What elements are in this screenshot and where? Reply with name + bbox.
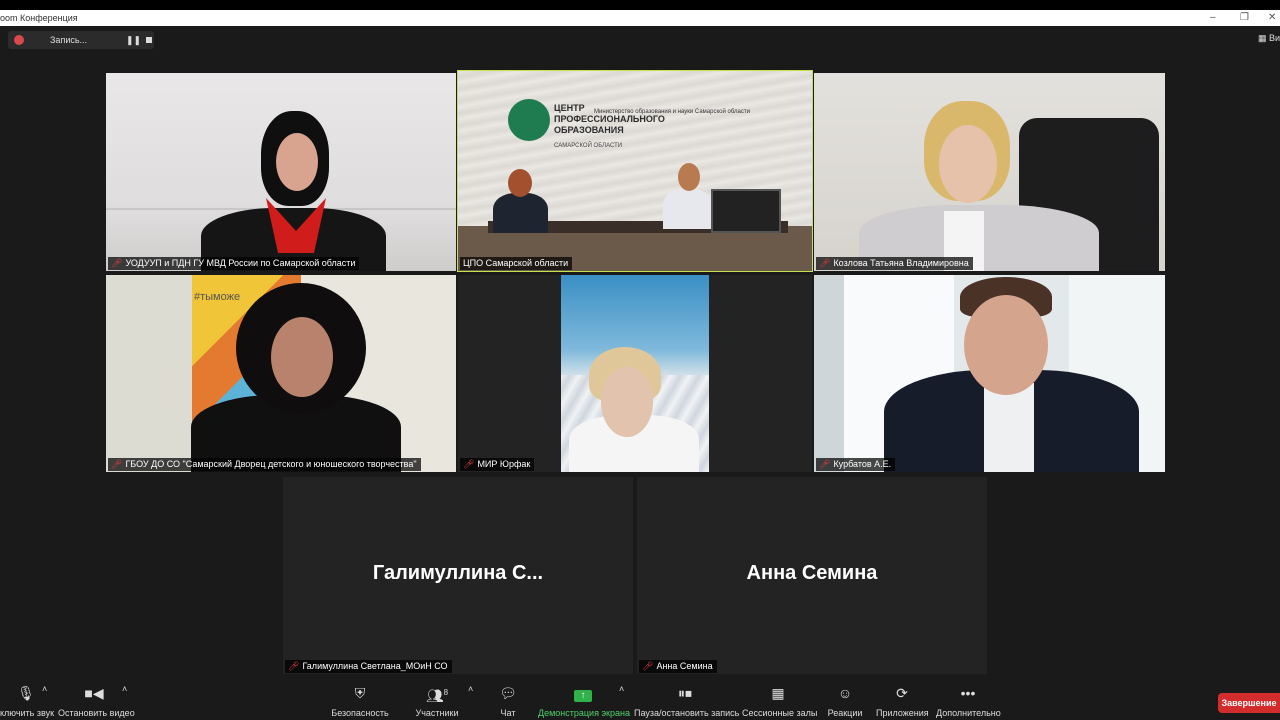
share-screen-button[interactable]: ↑ Демонстрация экрана	[538, 684, 630, 718]
banner-region: САМАРСКОЙ ОБЛАСТИ	[554, 143, 623, 149]
recording-label: Запись...	[50, 35, 88, 45]
video-tile[interactable]: 🎤︎ Курбатов А.Е.	[814, 275, 1165, 472]
video-tile[interactable]: 🎤︎ УОДУУП и ПДН ГУ МВД России по Самарско…	[106, 73, 456, 271]
muted-mic-icon: 🎤︎	[111, 459, 123, 469]
participant-name: 🎤︎ Курбатов А.Е.	[816, 458, 896, 471]
muted-mic-icon: 🎤︎	[463, 459, 475, 469]
share-options-chevron-icon[interactable]: ˄	[619, 684, 624, 694]
chat-button[interactable]: 💬︎ Чат	[494, 684, 522, 718]
muted-mic-icon: 🎤︎	[819, 258, 831, 268]
video-feed: #тыможе	[106, 275, 456, 472]
grid-icon: ▦	[1258, 33, 1270, 43]
video-tile-no-video[interactable]: Галимуллина С... 🎤︎ Галимуллина Светлана_…	[283, 477, 633, 674]
participant-name: 🎤︎ МИР Юрфак	[460, 458, 535, 471]
muted-mic-icon: 🎤︎	[642, 661, 654, 671]
stop-recording-icon[interactable]	[146, 37, 152, 43]
top-edge	[0, 0, 1280, 10]
participant-name: 🎤︎ Галимуллина Светлана_МОиН СО	[285, 660, 452, 673]
breakout-rooms-icon: ▦	[771, 685, 785, 701]
stop-video-button[interactable]: ■◀ Остановить видео	[58, 684, 135, 718]
pause-stop-icon: ⏸⏹	[678, 685, 692, 701]
video-tile-active-speaker[interactable]: ЦЕНТР ПРОФЕССИОНАЛЬНОГО ОБРАЗОВАНИЯ САМА…	[457, 70, 813, 272]
pause-stop-recording-button[interactable]: ⏸⏹ Пауза/остановить запись	[634, 684, 739, 718]
video-camera-icon: ■◀	[84, 685, 104, 701]
apps-icon: ⟳	[896, 685, 908, 701]
audio-options-chevron-icon[interactable]: ˄	[42, 684, 47, 694]
participant-name: 🎤︎ УОДУУП и ПДН ГУ МВД России по Самарско…	[108, 257, 360, 270]
banner-org: ЦЕНТР ПРОФЕССИОНАЛЬНОГО ОБРАЗОВАНИЯ	[554, 103, 665, 135]
window-titlebar: oom Конференция – ❐ ✕	[0, 10, 1280, 26]
video-feed	[814, 73, 1165, 271]
video-feed	[561, 275, 709, 472]
participant-name: 🎤︎ ГБОУ ДО СО "Самарский Дворец детского …	[108, 458, 421, 471]
more-dots-icon: •••	[960, 685, 976, 701]
participant-name: 🎤︎ Анна Семина	[639, 660, 717, 673]
reactions-button[interactable]: ☺ Реакции	[826, 684, 864, 718]
end-meeting-button[interactable]: Завершение	[1218, 693, 1280, 713]
window-title: oom Конференция	[0, 13, 78, 23]
muted-mic-icon: 🎤︎	[819, 459, 831, 469]
close-icon[interactable]: ✕	[1268, 10, 1276, 26]
participants-icon: 👥︎8	[425, 687, 449, 704]
recording-indicator: Запись... ❚❚	[8, 31, 154, 49]
video-feed	[106, 73, 456, 271]
chat-icon: 💬︎	[499, 685, 517, 701]
minimize-icon[interactable]: –	[1210, 10, 1216, 26]
video-feed: ЦЕНТР ПРОФЕССИОНАЛЬНОГО ОБРАЗОВАНИЯ САМА…	[458, 71, 812, 271]
participant-display-name: Анна Семина	[746, 562, 878, 584]
participants-chevron-icon[interactable]: ˄	[468, 684, 473, 694]
apps-button[interactable]: ⟳ Приложения	[876, 684, 929, 718]
view-button[interactable]: ▦ Вид	[1258, 33, 1280, 44]
meeting-toolbar: 🎙︎ ключить звук ˄ ■◀ Остановить видео ˄ …	[0, 680, 1280, 720]
video-tile-no-video[interactable]: Анна Семина 🎤︎ Анна Семина	[637, 477, 987, 674]
video-tile[interactable]: #тыможе 🎤︎ ГБОУ ДО СО "Самарский Дворец д…	[106, 275, 456, 472]
recording-icon	[14, 35, 24, 45]
smiley-icon: ☺	[837, 685, 853, 701]
participant-name: 🎤︎ Козлова Татьяна Владимировна	[816, 257, 973, 270]
security-button[interactable]: ⛨ Безопасность	[330, 684, 390, 718]
more-button[interactable]: ••• Дополнительно	[936, 684, 1001, 718]
video-tile[interactable]: 🎤︎ Козлова Татьяна Владимировна	[814, 73, 1165, 271]
banner-ministry: Министерство образования и науки Самарск…	[594, 109, 750, 115]
muted-mic-icon: 🎤︎	[288, 661, 300, 671]
restore-icon[interactable]: ❐	[1240, 10, 1249, 26]
share-screen-icon: ↑	[538, 684, 628, 702]
muted-mic-icon: 🎤︎	[111, 258, 123, 268]
participants-button[interactable]: 👥︎8 Участники	[412, 684, 462, 718]
wall-text: #тыможе	[194, 291, 241, 303]
participants-count: 8	[443, 688, 449, 697]
shield-icon: ⛨	[354, 685, 366, 701]
video-tile[interactable]: 🎤︎ МИР Юрфак	[458, 275, 812, 472]
participant-display-name: Галимуллина С...	[372, 562, 544, 584]
breakout-rooms-button[interactable]: ▦ Сессионные залы	[742, 684, 817, 718]
participant-name: ЦПО Самарской области	[460, 257, 573, 270]
pause-recording-icon[interactable]: ❚❚	[126, 31, 141, 49]
video-options-chevron-icon[interactable]: ˄	[122, 684, 127, 694]
video-feed	[814, 275, 1165, 472]
